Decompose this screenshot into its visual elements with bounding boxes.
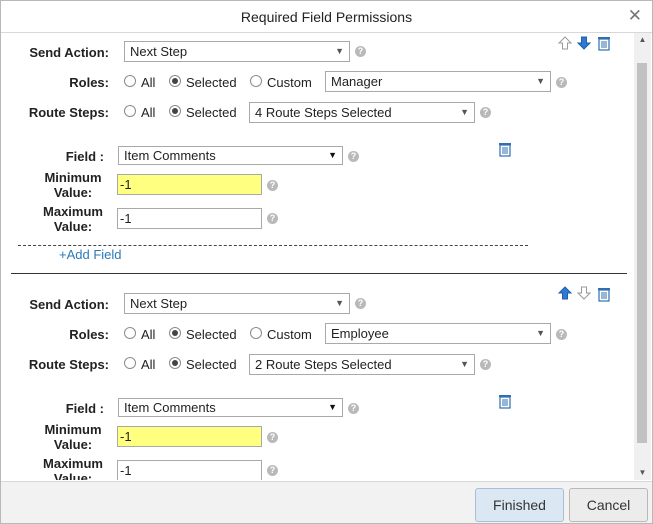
help-icon[interactable]: ? bbox=[348, 403, 359, 414]
minimum-value-input[interactable]: -1 bbox=[117, 426, 262, 447]
trash-icon[interactable] bbox=[497, 141, 513, 157]
field-value: Item Comments bbox=[124, 148, 216, 163]
dialog: Required Field Permissions ✕ Send Action… bbox=[0, 0, 653, 524]
roles-all-radio[interactable] bbox=[124, 75, 136, 87]
route-steps-select[interactable]: 2 Route Steps Selected ▼ bbox=[249, 354, 475, 375]
send-action-select[interactable]: Next Step ▼ bbox=[124, 41, 350, 62]
chevron-down-icon: ▼ bbox=[460, 359, 469, 369]
maximum-value-label: Maximum Value: bbox=[43, 456, 103, 480]
dialog-footer: Finished Cancel bbox=[1, 481, 652, 523]
send-action-value: Next Step bbox=[130, 296, 188, 311]
route-steps-value: 2 Route Steps Selected bbox=[255, 357, 392, 372]
field-label: Field : bbox=[65, 401, 104, 416]
role-select[interactable]: Manager ▼ bbox=[325, 71, 551, 92]
route-steps-select[interactable]: 4 Route Steps Selected ▼ bbox=[249, 102, 475, 123]
chevron-down-icon: ▼ bbox=[536, 76, 545, 86]
roles-all-label: All bbox=[141, 75, 156, 90]
help-icon[interactable]: ? bbox=[348, 151, 359, 162]
roles-custom-label: Custom bbox=[267, 327, 312, 342]
roles-selected-radio[interactable] bbox=[169, 75, 181, 87]
route-steps-all-radio[interactable] bbox=[124, 105, 136, 117]
field-label: Field : bbox=[65, 149, 104, 164]
route-steps-label: Route Steps: bbox=[28, 357, 109, 372]
add-field-link[interactable]: +Add Field bbox=[59, 247, 122, 262]
roles-all-radio[interactable] bbox=[124, 327, 136, 339]
field-select[interactable]: Item Comments ▼ bbox=[118, 398, 343, 417]
send-action-value: Next Step bbox=[130, 44, 188, 59]
send-action-label: Send Action: bbox=[29, 45, 109, 60]
minimum-value-label: Minimum Value: bbox=[44, 422, 102, 452]
field-value: Item Comments bbox=[124, 400, 216, 415]
arrow-down-icon[interactable] bbox=[576, 35, 592, 51]
route-steps-selected-radio[interactable] bbox=[169, 357, 181, 369]
title-bar: Required Field Permissions ✕ bbox=[1, 1, 652, 33]
chevron-down-icon: ▼ bbox=[536, 328, 545, 338]
dialog-content: Send Action: Next Step ▼ ? Roles: All Se… bbox=[1, 33, 633, 480]
roles-selected-label: Selected bbox=[186, 75, 237, 90]
route-steps-selected-label: Selected bbox=[186, 105, 237, 120]
route-steps-selected-radio[interactable] bbox=[169, 105, 181, 117]
help-icon[interactable]: ? bbox=[267, 213, 278, 224]
roles-custom-radio[interactable] bbox=[250, 75, 262, 87]
help-icon[interactable]: ? bbox=[480, 107, 491, 118]
route-steps-label: Route Steps: bbox=[28, 105, 109, 120]
scroll-down-icon[interactable]: ▼ bbox=[634, 466, 651, 480]
arrow-up-icon[interactable] bbox=[557, 35, 573, 51]
trash-icon[interactable] bbox=[596, 286, 612, 302]
roles-custom-radio[interactable] bbox=[250, 327, 262, 339]
send-action-select[interactable]: Next Step ▼ bbox=[124, 293, 350, 314]
dialog-title: Required Field Permissions bbox=[240, 9, 413, 25]
scroll-up-icon[interactable]: ▲ bbox=[634, 33, 651, 47]
roles-custom-label: Custom bbox=[267, 75, 312, 90]
help-icon[interactable]: ? bbox=[267, 432, 278, 443]
maximum-value-input[interactable]: -1 bbox=[117, 208, 262, 229]
roles-label: Roles: bbox=[69, 327, 109, 342]
help-icon[interactable]: ? bbox=[556, 77, 567, 88]
route-steps-value: 4 Route Steps Selected bbox=[255, 105, 392, 120]
maximum-value-label: Maximum Value: bbox=[43, 204, 103, 234]
roles-selected-radio[interactable] bbox=[169, 327, 181, 339]
chevron-down-icon: ▼ bbox=[328, 402, 337, 412]
help-icon[interactable]: ? bbox=[355, 298, 366, 309]
help-icon[interactable]: ? bbox=[267, 180, 278, 191]
roles-selected-label: Selected bbox=[186, 327, 237, 342]
minimum-value-input[interactable]: -1 bbox=[117, 174, 262, 195]
finished-button[interactable]: Finished bbox=[475, 488, 564, 522]
chevron-down-icon: ▼ bbox=[335, 46, 344, 56]
route-steps-all-label: All bbox=[141, 357, 156, 372]
route-steps-all-radio[interactable] bbox=[124, 357, 136, 369]
trash-icon[interactable] bbox=[497, 393, 513, 409]
cancel-button[interactable]: Cancel bbox=[569, 488, 648, 522]
rule-divider bbox=[11, 273, 627, 274]
close-icon[interactable]: ✕ bbox=[628, 6, 642, 26]
roles-all-label: All bbox=[141, 327, 156, 342]
help-icon[interactable]: ? bbox=[355, 46, 366, 57]
maximum-value-input[interactable]: -1 bbox=[117, 460, 262, 480]
scrollbar-thumb[interactable] bbox=[637, 63, 647, 443]
arrow-down-icon[interactable] bbox=[576, 285, 592, 301]
chevron-down-icon: ▼ bbox=[328, 150, 337, 160]
trash-icon[interactable] bbox=[596, 35, 612, 51]
arrow-up-icon[interactable] bbox=[557, 285, 573, 301]
help-icon[interactable]: ? bbox=[267, 465, 278, 476]
vertical-scrollbar[interactable]: ▲ ▼ bbox=[634, 33, 651, 480]
chevron-down-icon: ▼ bbox=[460, 107, 469, 117]
send-action-label: Send Action: bbox=[29, 297, 109, 312]
route-steps-selected-label: Selected bbox=[186, 357, 237, 372]
roles-label: Roles: bbox=[69, 75, 109, 90]
field-select[interactable]: Item Comments ▼ bbox=[118, 146, 343, 165]
role-value: Manager bbox=[331, 74, 383, 89]
dashed-divider bbox=[18, 245, 528, 246]
route-steps-all-label: All bbox=[141, 105, 156, 120]
chevron-down-icon: ▼ bbox=[335, 298, 344, 308]
help-icon[interactable]: ? bbox=[480, 359, 491, 370]
role-value: Employee bbox=[331, 326, 389, 341]
role-select[interactable]: Employee ▼ bbox=[325, 323, 551, 344]
minimum-value-label: Minimum Value: bbox=[44, 170, 102, 200]
help-icon[interactable]: ? bbox=[556, 329, 567, 340]
